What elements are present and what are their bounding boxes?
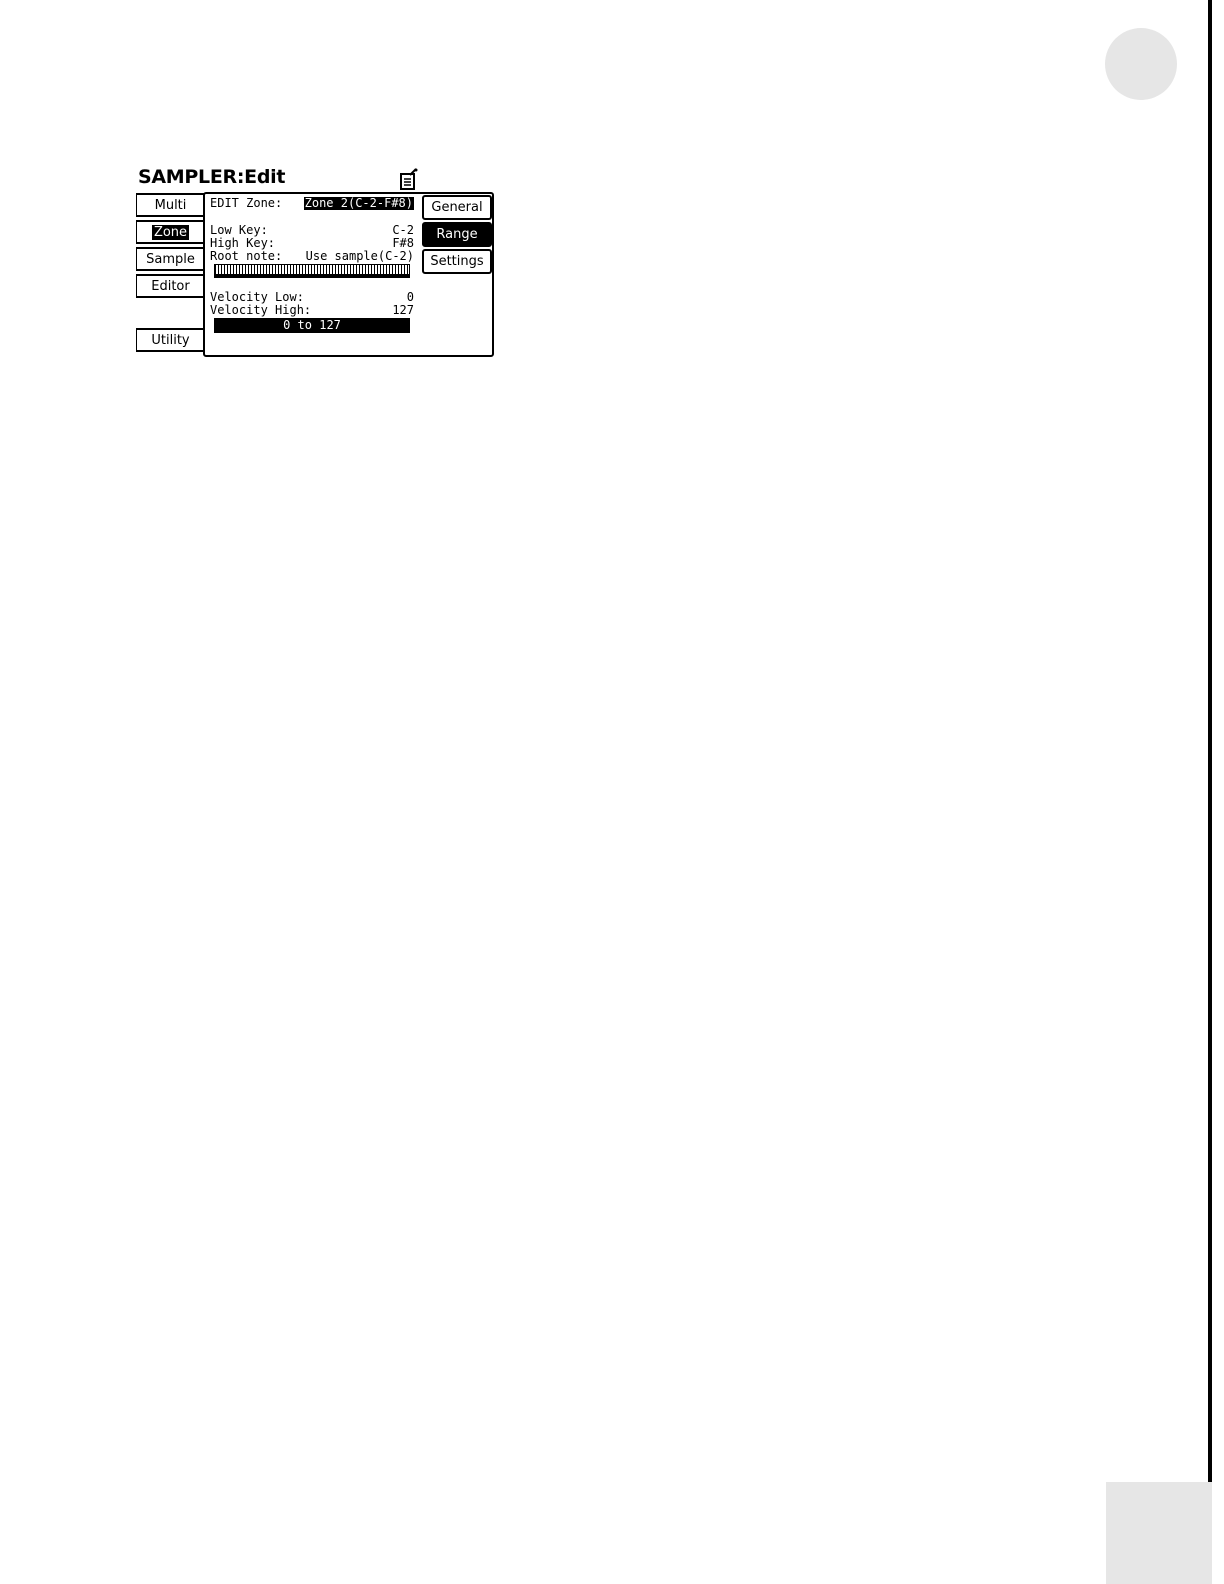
general-button[interactable]: General xyxy=(422,195,492,220)
key-range-keyboard[interactable] xyxy=(214,264,410,278)
side-tab-multi[interactable]: Multi xyxy=(136,193,204,217)
side-tab-sample[interactable]: Sample xyxy=(136,247,204,271)
sampler-edit-screen: SAMPLER:Edit Multi Zone Sample Editor Ut… xyxy=(130,163,500,363)
side-tab-label: Editor xyxy=(151,278,190,294)
velocity-high-row[interactable]: Velocity High: 127 xyxy=(210,304,414,317)
screen-title: SAMPLER:Edit xyxy=(138,166,286,188)
page-tab-marker xyxy=(1105,28,1177,100)
side-tab-utility[interactable]: Utility xyxy=(136,328,204,352)
edit-zone-row: EDIT Zone: Zone 2(C-2-F#8) xyxy=(210,197,414,210)
root-note-label: Root note: xyxy=(210,249,283,263)
side-tab-label: Multi xyxy=(154,197,187,213)
side-tab-label: Zone xyxy=(151,224,190,240)
edit-zone-selector[interactable]: Zone 2(C-2-F#8) xyxy=(303,197,414,210)
settings-button[interactable]: Settings xyxy=(422,249,492,274)
side-tab-zone[interactable]: Zone xyxy=(136,220,204,244)
page-edge-rule xyxy=(1208,0,1212,1584)
velocity-high-label: Velocity High: xyxy=(210,303,312,317)
velocity-high-value[interactable]: 127 xyxy=(392,304,414,317)
range-button[interactable]: Range xyxy=(422,222,492,247)
velocity-range-bar[interactable]: 0 to 127 xyxy=(214,318,410,333)
root-note-row[interactable]: Root note: Use sample(C-2) xyxy=(210,250,414,263)
page-corner-block xyxy=(1106,1482,1212,1584)
root-note-value[interactable]: Use sample(C-2) xyxy=(306,250,414,263)
edit-document-icon xyxy=(400,168,418,190)
side-tab-label: Sample xyxy=(146,251,195,267)
edit-zone-label: EDIT Zone: xyxy=(210,196,283,210)
side-tab-label: Utility xyxy=(151,332,190,348)
side-tab-editor[interactable]: Editor xyxy=(136,274,204,298)
